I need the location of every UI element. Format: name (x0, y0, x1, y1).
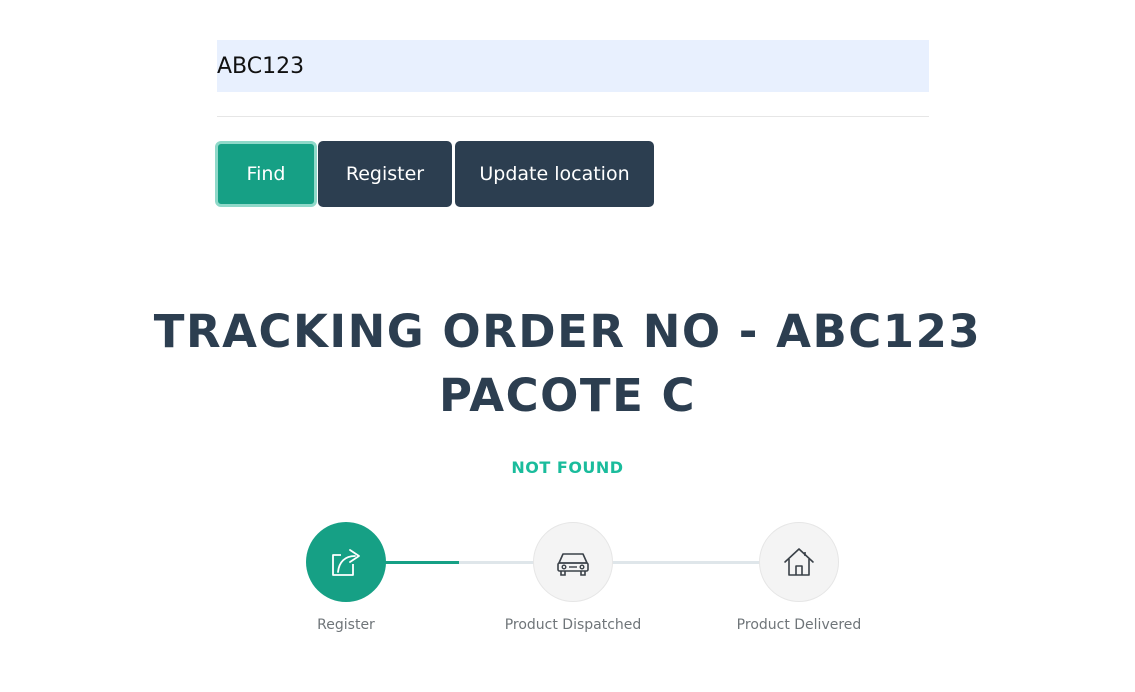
update-location-button[interactable]: Update location (455, 141, 654, 207)
page-title: TRACKING ORDER NO - ABC123 PACOTE C (0, 300, 1135, 428)
tracking-order-title: TRACKING ORDER NO - ABC123 (153, 305, 982, 358)
progress-line-pending (459, 561, 535, 564)
register-button[interactable]: Register (318, 141, 452, 207)
share-icon (332, 549, 360, 576)
package-name: PACOTE C (438, 369, 697, 422)
progress-line-pending (611, 561, 761, 564)
tracking-page: Find Register Update location TRACKING O… (0, 0, 1135, 692)
step-register (306, 522, 386, 602)
find-button[interactable]: Find (215, 141, 317, 207)
divider (217, 116, 929, 117)
step-label-product-delivered: Product Delivered (736, 617, 862, 633)
status-badge: NOT FOUND (511, 458, 624, 477)
step-label-product-dispatched: Product Dispatched (504, 617, 642, 633)
car-icon (557, 553, 589, 576)
progress-line-completed (385, 561, 459, 564)
tracking-number-input[interactable] (217, 40, 929, 92)
step-label-register: Register (317, 617, 375, 633)
step-product-delivered (759, 522, 839, 602)
home-icon (784, 548, 814, 576)
step-product-dispatched (533, 522, 613, 602)
